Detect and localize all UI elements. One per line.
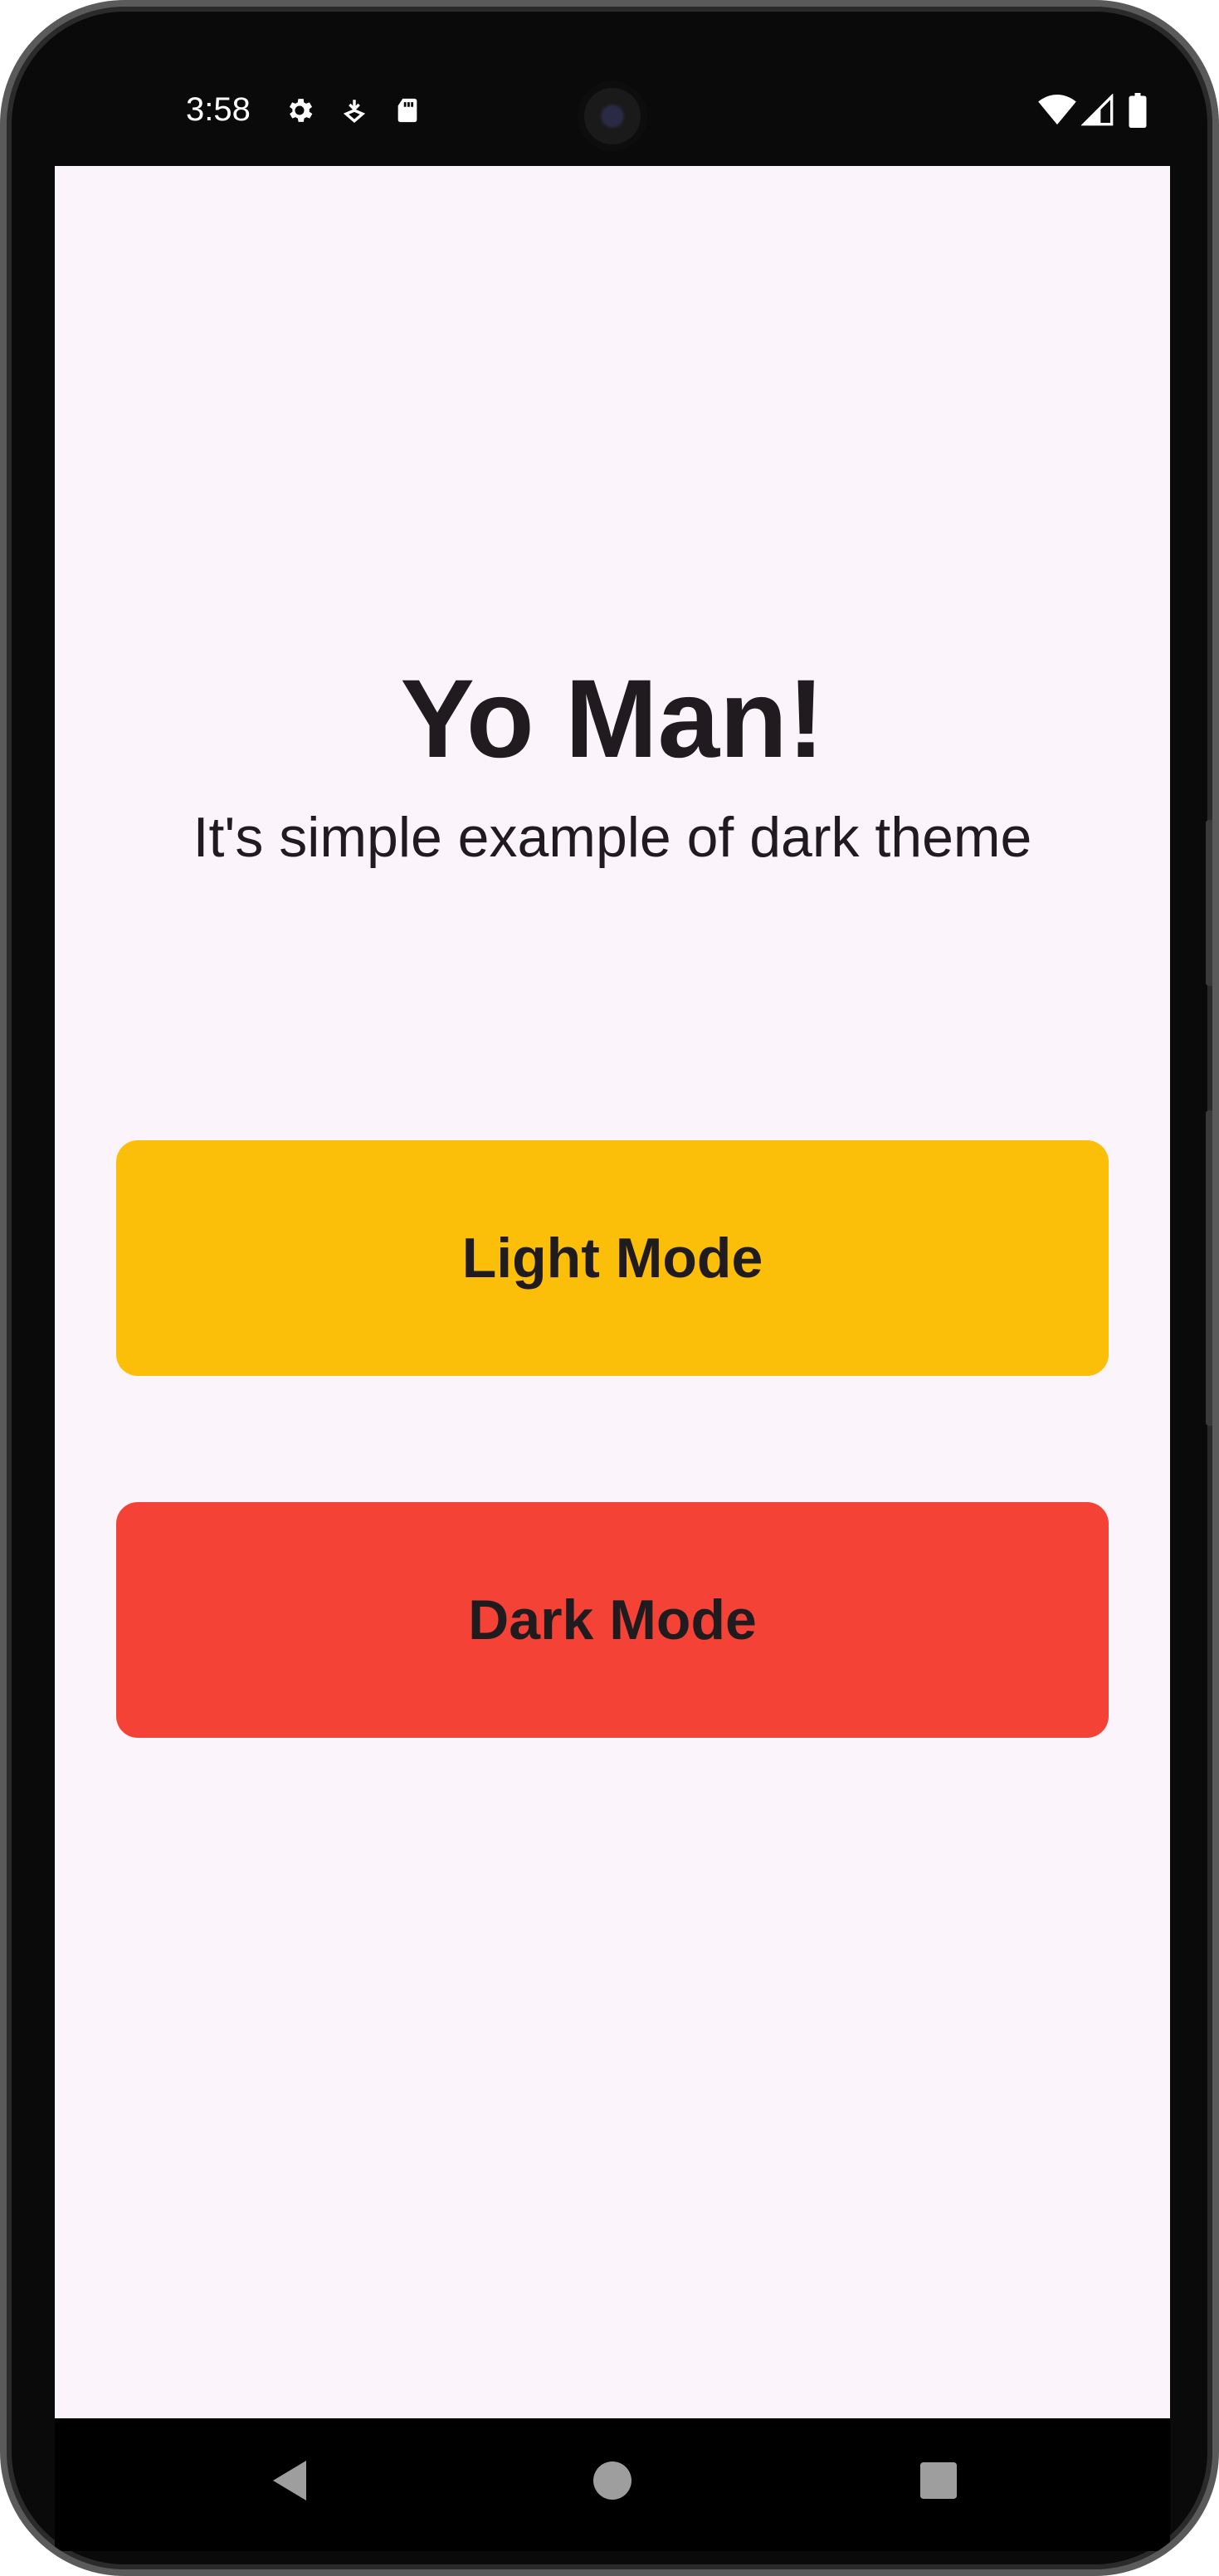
page-subtitle: It's simple example of dark theme bbox=[193, 806, 1032, 869]
app-screen: Yo Man! It's simple example of dark them… bbox=[55, 166, 1170, 2418]
light-mode-button[interactable]: Light Mode bbox=[116, 1140, 1109, 1376]
light-mode-button-label: Light Mode bbox=[461, 1227, 763, 1290]
volume-button bbox=[1206, 820, 1212, 986]
recents-icon[interactable] bbox=[909, 2452, 968, 2510]
home-icon[interactable] bbox=[583, 2452, 641, 2510]
battery-icon bbox=[1120, 93, 1155, 128]
power-button bbox=[1206, 1110, 1212, 1426]
back-icon[interactable] bbox=[262, 2452, 320, 2510]
sd-card-icon bbox=[390, 93, 425, 128]
signal-icon bbox=[1080, 93, 1115, 128]
wifi-icon bbox=[1037, 93, 1077, 128]
dark-mode-button[interactable]: Dark Mode bbox=[116, 1502, 1109, 1738]
dark-mode-button-label: Dark Mode bbox=[468, 1588, 757, 1651]
phone-frame: 3:58 Yo Man! It's simple example of dark… bbox=[0, 0, 1219, 2576]
navigation-bar bbox=[55, 2418, 1170, 2551]
front-camera bbox=[578, 81, 647, 151]
page-title: Yo Man! bbox=[400, 657, 825, 781]
gear-icon bbox=[282, 93, 317, 128]
download-icon bbox=[337, 93, 372, 128]
status-time: 3:58 bbox=[186, 91, 251, 128]
